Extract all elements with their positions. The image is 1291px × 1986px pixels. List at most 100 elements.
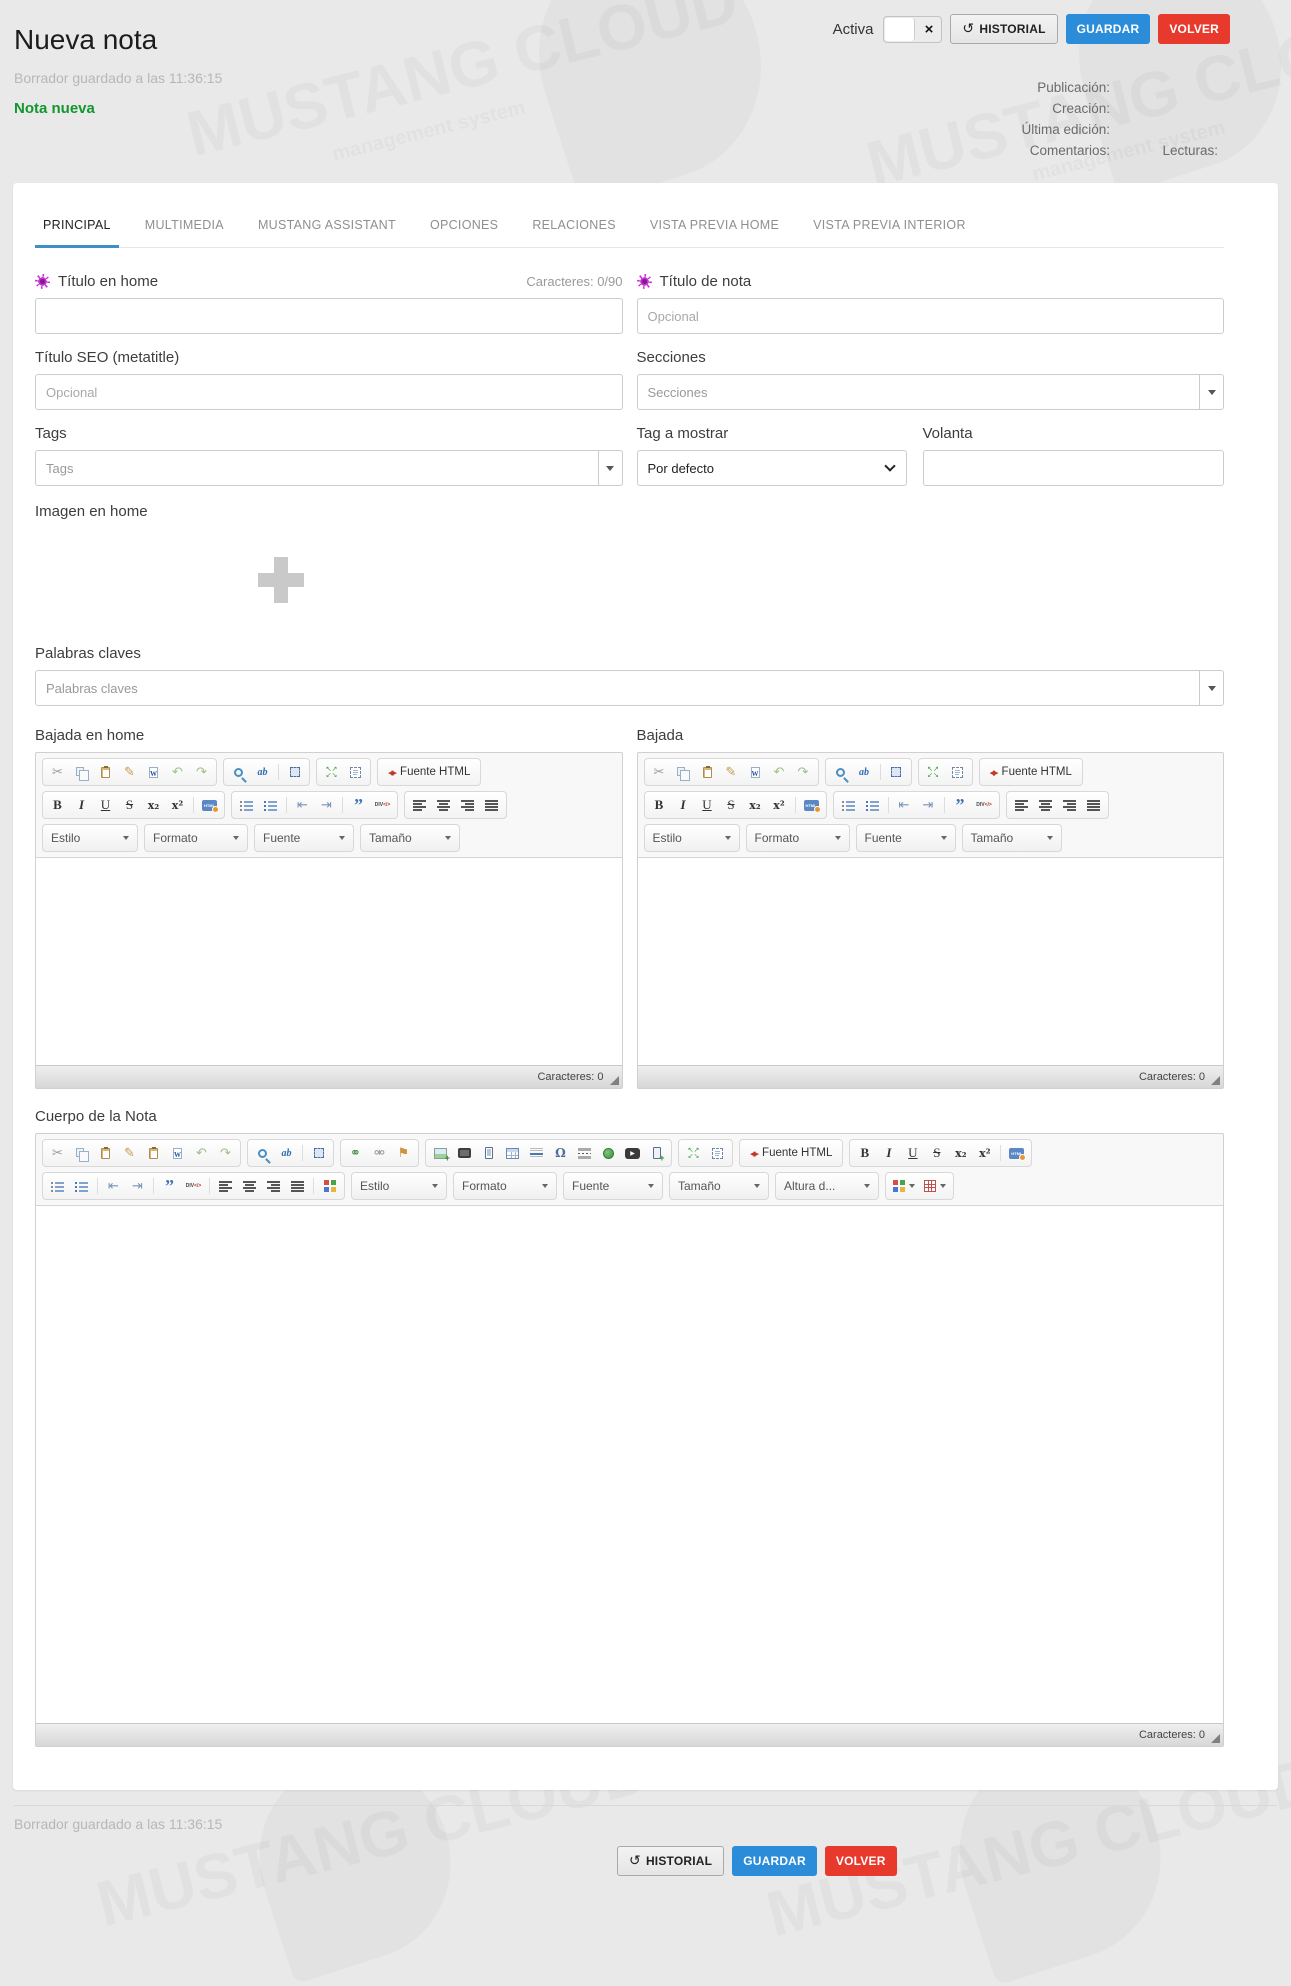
show-blocks-icon[interactable]: [706, 1142, 729, 1164]
undo-icon[interactable]: ↶: [768, 761, 791, 783]
paste-text-icon[interactable]: ✎: [118, 1142, 141, 1164]
underline-icon[interactable]: U: [696, 794, 719, 816]
show-blocks-icon[interactable]: [946, 761, 969, 783]
paste-word-icon[interactable]: [744, 761, 767, 783]
cut-icon[interactable]: ✂: [46, 1142, 69, 1164]
tab-vista-previa-home[interactable]: VISTA PREVIA HOME: [642, 208, 787, 248]
align-left-icon[interactable]: [1010, 794, 1033, 816]
paste-icon[interactable]: [696, 761, 719, 783]
toggle-knob[interactable]: [885, 18, 915, 41]
cut-icon[interactable]: ✂: [648, 761, 671, 783]
estilo-dropdown[interactable]: Estilo: [351, 1172, 447, 1200]
align-right-icon[interactable]: [262, 1175, 285, 1197]
find-icon[interactable]: [251, 1142, 274, 1164]
strikethrough-icon[interactable]: S: [118, 794, 141, 816]
fuente-dropdown[interactable]: Fuente: [563, 1172, 663, 1200]
select-all-icon[interactable]: [885, 761, 908, 783]
fuente-dropdown[interactable]: Fuente: [254, 824, 354, 852]
indent-icon[interactable]: ⇥: [315, 794, 338, 816]
historial-button[interactable]: ↺ HISTORIAL: [950, 14, 1057, 44]
underline-icon[interactable]: U: [94, 794, 117, 816]
secciones-select[interactable]: Secciones: [637, 374, 1225, 410]
fuente-html-button[interactable]: ◂▸Fuente HTML: [381, 761, 477, 783]
special-char-icon[interactable]: Ω: [549, 1142, 572, 1164]
find-icon[interactable]: [829, 761, 852, 783]
find-icon[interactable]: [227, 761, 250, 783]
underline-icon[interactable]: U: [901, 1142, 924, 1164]
tags-arrow-button[interactable]: [598, 451, 622, 485]
formato-dropdown[interactable]: Formato: [144, 824, 248, 852]
blockquote-icon[interactable]: ”: [949, 794, 972, 816]
align-right-icon[interactable]: [1058, 794, 1081, 816]
redo-icon[interactable]: ↷: [214, 1142, 237, 1164]
subscript-icon[interactable]: x₂: [949, 1142, 972, 1164]
outdent-icon[interactable]: ⇤: [893, 794, 916, 816]
tamano-dropdown[interactable]: Tamaño: [962, 824, 1062, 852]
volanta-input[interactable]: [923, 450, 1225, 486]
align-left-icon[interactable]: [408, 794, 431, 816]
cuerpo-editor-body[interactable]: [36, 1205, 1223, 1723]
subscript-icon[interactable]: x₂: [744, 794, 767, 816]
ai-assistant-icon[interactable]: [637, 274, 652, 289]
bold-icon[interactable]: B: [46, 794, 69, 816]
tab-opciones[interactable]: OPCIONES: [422, 208, 506, 248]
active-toggle[interactable]: ×: [883, 16, 942, 43]
italic-icon[interactable]: I: [877, 1142, 900, 1164]
tags-select[interactable]: Tags: [35, 450, 623, 486]
bullet-list-icon[interactable]: [259, 794, 282, 816]
div-container-icon[interactable]: [182, 1175, 205, 1197]
resize-handle[interactable]: [610, 1076, 619, 1085]
media-icon[interactable]: [453, 1142, 476, 1164]
bold-icon[interactable]: B: [853, 1142, 876, 1164]
resize-handle[interactable]: [1211, 1076, 1220, 1085]
italic-icon[interactable]: I: [672, 794, 695, 816]
div-container-icon[interactable]: [973, 794, 996, 816]
paste-special-icon[interactable]: [142, 1142, 165, 1164]
tab-relaciones[interactable]: RELACIONES: [524, 208, 624, 248]
superscript-icon[interactable]: x²: [768, 794, 791, 816]
indent-icon[interactable]: ⇥: [126, 1175, 149, 1197]
align-justify-icon[interactable]: [480, 794, 503, 816]
titulo-home-input[interactable]: [35, 298, 623, 334]
superscript-icon[interactable]: x²: [973, 1142, 996, 1164]
bold-icon[interactable]: B: [648, 794, 671, 816]
volver-button-bottom[interactable]: VOLVER: [825, 1846, 897, 1876]
numbered-list-icon[interactable]: [235, 794, 258, 816]
formato-dropdown[interactable]: Formato: [453, 1172, 557, 1200]
fuente-html-button[interactable]: ◂▸Fuente HTML: [983, 761, 1079, 783]
palabras-claves-select[interactable]: Palabras claves: [35, 670, 1224, 706]
subscript-icon[interactable]: x₂: [142, 794, 165, 816]
superscript-icon[interactable]: x²: [166, 794, 189, 816]
strikethrough-icon[interactable]: S: [925, 1142, 948, 1164]
gallery-icon[interactable]: [318, 1175, 341, 1197]
guardar-button-bottom[interactable]: GUARDAR: [732, 1846, 817, 1876]
replace-icon[interactable]: ab: [275, 1142, 298, 1164]
blockquote-icon[interactable]: ”: [158, 1175, 181, 1197]
align-left-icon[interactable]: [214, 1175, 237, 1197]
table-properties-dropdown[interactable]: [920, 1175, 950, 1197]
remove-format-icon[interactable]: [1005, 1142, 1028, 1164]
copy-icon[interactable]: [70, 761, 93, 783]
tab-mustang-assistant[interactable]: MUSTANG ASSISTANT: [250, 208, 404, 248]
align-center-icon[interactable]: [432, 794, 455, 816]
tamano-dropdown[interactable]: Tamaño: [669, 1172, 769, 1200]
redo-icon[interactable]: ↷: [190, 761, 213, 783]
outdent-icon[interactable]: ⇤: [291, 794, 314, 816]
mobile-doc-icon[interactable]: [477, 1142, 500, 1164]
iframe-icon[interactable]: [597, 1142, 620, 1164]
estilo-dropdown[interactable]: Estilo: [42, 824, 138, 852]
guardar-button[interactable]: GUARDAR: [1066, 14, 1151, 44]
secciones-arrow-button[interactable]: [1199, 375, 1223, 409]
tab-multimedia[interactable]: MULTIMEDIA: [137, 208, 232, 248]
bajada-home-editor-body[interactable]: [36, 857, 622, 1065]
outdent-icon[interactable]: ⇤: [102, 1175, 125, 1197]
image-icon[interactable]: [429, 1142, 452, 1164]
blockquote-icon[interactable]: ”: [347, 794, 370, 816]
copy-icon[interactable]: [70, 1142, 93, 1164]
palabras-claves-arrow-button[interactable]: [1199, 671, 1223, 705]
undo-icon[interactable]: ↶: [190, 1142, 213, 1164]
indent-icon[interactable]: ⇥: [917, 794, 940, 816]
link-icon[interactable]: ⚭: [344, 1142, 367, 1164]
resize-handle[interactable]: [1211, 1734, 1220, 1743]
div-container-icon[interactable]: [371, 794, 394, 816]
